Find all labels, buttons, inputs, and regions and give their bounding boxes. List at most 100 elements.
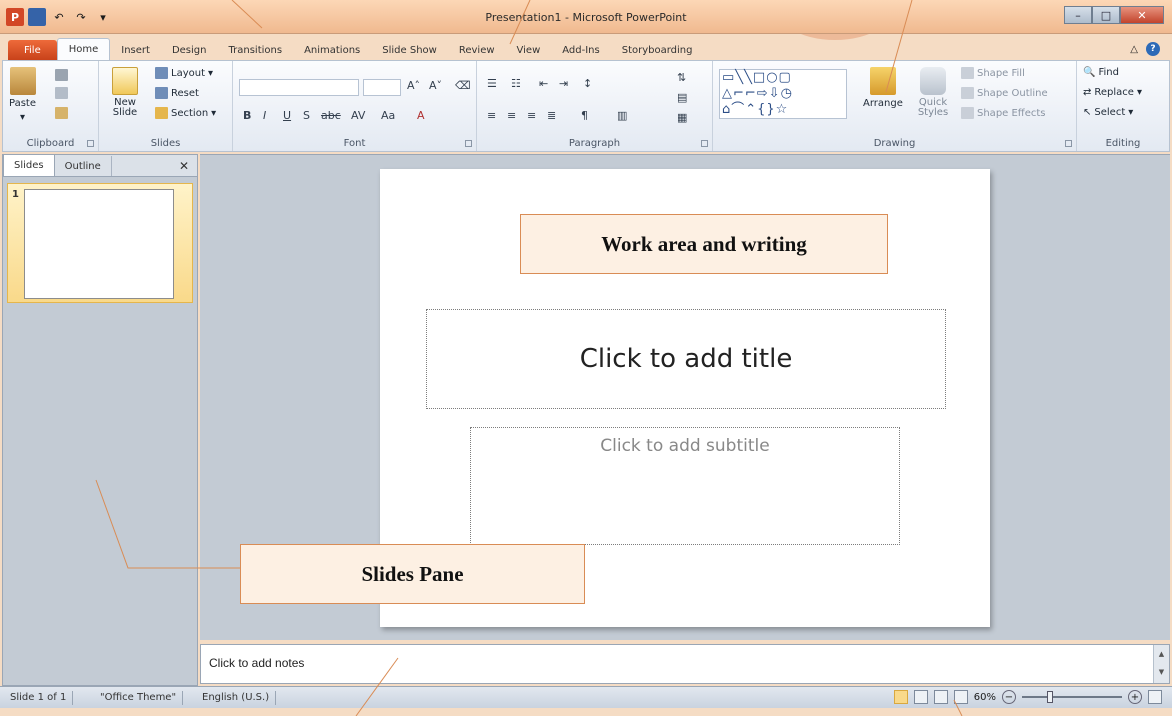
font-size-combo[interactable] (363, 79, 401, 96)
cursor-icon: ↖ (1083, 107, 1092, 118)
copy-icon[interactable] (55, 87, 68, 99)
smartart-icon[interactable]: ▦ (677, 111, 687, 124)
align-left-icon[interactable]: ≡ (487, 109, 496, 122)
zoom-level[interactable]: 60% (974, 692, 996, 703)
line-spacing-icon[interactable]: ↕ (583, 77, 592, 90)
close-button[interactable]: ✕ (1120, 6, 1164, 24)
zoom-out-icon[interactable]: − (1002, 690, 1016, 704)
notes-pane[interactable]: Click to add notes ▲ ▼ (200, 644, 1170, 684)
shape-fill-button[interactable]: Shape Fill (961, 67, 1025, 79)
notes-scrollbar[interactable]: ▲ ▼ (1153, 645, 1169, 683)
align-right-icon[interactable]: ≡ (527, 109, 536, 122)
zoom-slider-thumb[interactable] (1046, 691, 1053, 703)
view-and-zoom-controls: 60% − + (893, 690, 1162, 704)
clear-formatting-icon[interactable]: ⌫ (455, 79, 471, 92)
slide-thumbnail-row[interactable]: 1 (7, 183, 193, 303)
minimize-button[interactable]: – (1064, 6, 1092, 24)
shadow-icon[interactable]: S (303, 109, 310, 122)
align-text-icon[interactable]: ▤ (677, 91, 687, 104)
increase-indent-icon[interactable]: ⇥ (559, 77, 568, 90)
chevron-down-icon: ▾ (19, 112, 26, 123)
italic-icon[interactable]: I (263, 109, 266, 122)
reading-view-icon[interactable] (933, 690, 948, 704)
tab-review[interactable]: Review (448, 40, 506, 60)
grow-font-icon[interactable]: A˄ (407, 79, 420, 92)
help-area: △ ? (1130, 42, 1160, 56)
text-direction-icon[interactable]: ¶ (581, 109, 588, 122)
layout-button[interactable]: Layout ▾ (155, 67, 213, 79)
columns-icon[interactable]: ▥ (617, 109, 627, 122)
zoom-in-icon[interactable]: + (1128, 690, 1142, 704)
drawing-group: ▭╲╲□○▢ △⌐⌐⇨⇩◷ ⌂⌒⌃{}☆ Arrange Quick Styles … (713, 61, 1077, 151)
strikethrough-icon[interactable]: abc (321, 109, 341, 122)
justify-icon[interactable]: ≣ (547, 109, 556, 122)
group-label-font: Font (343, 138, 366, 149)
shape-fill-icon (961, 67, 974, 79)
slide-thumbnail[interactable] (24, 189, 174, 299)
font-name-combo[interactable] (239, 79, 359, 96)
bold-icon[interactable]: B (243, 109, 251, 122)
fit-to-window-icon[interactable] (1148, 690, 1162, 704)
text-direction-vertical-icon[interactable]: ⇅ (677, 71, 686, 84)
tab-animations[interactable]: Animations (293, 40, 371, 60)
arrange-button[interactable]: Arrange (863, 67, 903, 109)
title-placeholder[interactable]: Click to add title (426, 309, 946, 409)
find-button[interactable]: 🔍 Find (1083, 67, 1119, 78)
shrink-font-icon[interactable]: A˅ (429, 79, 442, 92)
font-launcher-icon[interactable] (465, 140, 472, 147)
character-spacing-icon[interactable]: AV (351, 109, 365, 122)
help-icon[interactable]: ? (1146, 42, 1160, 56)
tab-insert[interactable]: Insert (110, 40, 161, 60)
notes-placeholder: Click to add notes (209, 656, 305, 670)
change-case-icon[interactable]: Aa (381, 109, 395, 122)
new-slide-button[interactable]: New Slide (107, 67, 143, 118)
tab-home[interactable]: Home (56, 38, 111, 60)
slide-show-view-icon[interactable] (953, 690, 968, 704)
shape-effects-button[interactable]: Shape Effects (961, 107, 1045, 119)
window-title: Presentation1 - Microsoft PowerPoint (485, 11, 687, 24)
tab-add-ins[interactable]: Add-Ins (551, 40, 610, 60)
tab-outline[interactable]: Outline (55, 156, 112, 176)
drawing-launcher-icon[interactable] (1065, 140, 1072, 147)
section-button[interactable]: Section ▾ (155, 107, 216, 119)
format-painter-icon[interactable] (55, 107, 68, 119)
slide-sorter-view-icon[interactable] (913, 690, 928, 704)
replace-button[interactable]: ⇄ Replace ▾ (1083, 87, 1142, 98)
font-color-icon[interactable]: A (417, 109, 425, 122)
tab-slides[interactable]: Slides (3, 154, 55, 176)
reset-button[interactable]: Reset (155, 87, 199, 99)
title-bar: P ↶ ↷ ▾ Presentation1 - Microsoft PowerP… (0, 0, 1172, 34)
maximize-button[interactable]: □ (1092, 6, 1120, 24)
cut-icon[interactable] (55, 69, 68, 81)
minimize-ribbon-icon[interactable]: △ (1130, 44, 1138, 55)
shape-outline-button[interactable]: Shape Outline (961, 87, 1048, 99)
paste-button[interactable]: Paste ▾ (9, 67, 36, 123)
replace-icon: ⇄ (1083, 87, 1092, 98)
tab-file[interactable]: File (8, 40, 57, 60)
close-icon[interactable]: ✕ (179, 159, 189, 173)
tab-slide-show[interactable]: Slide Show (371, 40, 448, 60)
zoom-slider[interactable] (1022, 691, 1122, 703)
shapes-gallery[interactable]: ▭╲╲□○▢ △⌐⌐⇨⇩◷ ⌂⌒⌃{}☆ (719, 69, 847, 119)
subtitle-placeholder[interactable]: Click to add subtitle (470, 427, 900, 545)
theme-name[interactable]: "Office Theme" (94, 691, 184, 705)
quick-styles-button[interactable]: Quick Styles (913, 67, 953, 118)
normal-view-icon[interactable] (893, 690, 908, 704)
decrease-indent-icon[interactable]: ⇤ (539, 77, 548, 90)
bullets-icon[interactable]: ☰ (487, 77, 497, 90)
paragraph-launcher-icon[interactable] (701, 140, 708, 147)
align-center-icon[interactable]: ≡ (507, 109, 516, 122)
select-button[interactable]: ↖ Select ▾ (1083, 107, 1133, 118)
reset-icon (155, 87, 168, 99)
window-controls: – □ ✕ (1064, 6, 1164, 24)
language-indicator[interactable]: English (U.S.) (196, 691, 277, 705)
ribbon: Paste ▾ Clipboard New Slide Layout ▾ Rese… (2, 60, 1170, 152)
tab-design[interactable]: Design (161, 40, 218, 60)
numbering-icon[interactable]: ☷ (511, 77, 521, 90)
slides-group: New Slide Layout ▾ Reset Section ▾ Slides (99, 61, 233, 151)
underline-icon[interactable]: U (283, 109, 291, 122)
tab-view[interactable]: View (506, 40, 552, 60)
tab-transitions[interactable]: Transitions (217, 40, 293, 60)
tab-storyboarding[interactable]: Storyboarding (611, 40, 704, 60)
clipboard-launcher-icon[interactable] (87, 140, 94, 147)
